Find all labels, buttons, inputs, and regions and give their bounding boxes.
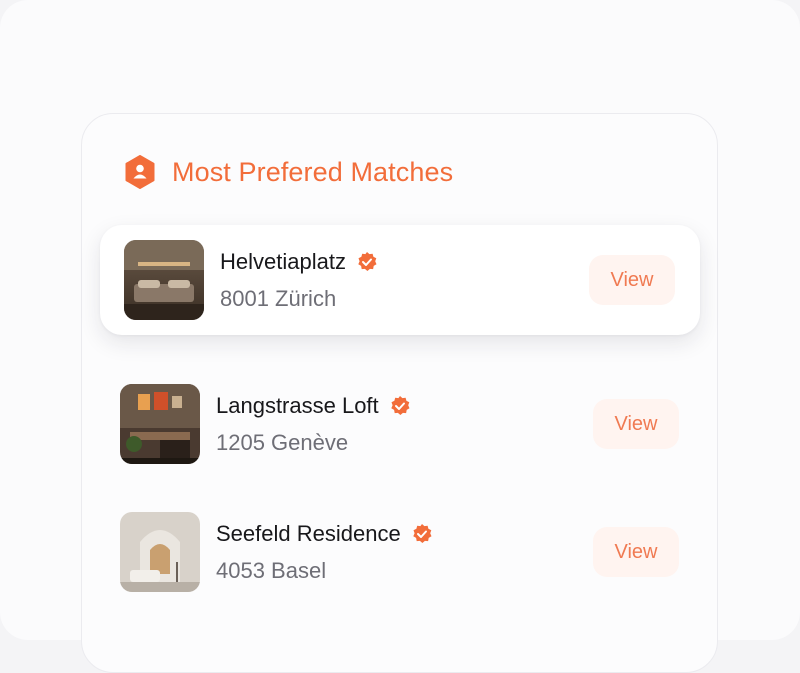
list-item-langstrasse-loft[interactable]: Langstrasse Loft 1205 Genève View	[120, 384, 700, 464]
item-info: Seefeld Residence 4053 Basel	[216, 521, 433, 584]
card-title: Most Prefered Matches	[172, 156, 454, 187]
verified-check-icon	[412, 523, 432, 543]
item-info: Helvetiaplatz 8001 Zürich	[220, 249, 378, 312]
card-header: Most Prefered Matches	[124, 155, 453, 189]
view-button[interactable]: View	[589, 255, 675, 305]
property-name: Langstrasse Loft	[216, 392, 379, 418]
view-button[interactable]: View	[593, 399, 679, 449]
property-thumbnail	[124, 240, 204, 320]
user-hexagon-icon	[125, 155, 155, 189]
property-location: 8001 Zürich	[220, 285, 337, 311]
property-name: Helvetiaplatz	[220, 248, 346, 274]
list-item-helvetiaplatz[interactable]: Helvetiaplatz 8001 Zürich View	[100, 225, 700, 335]
property-location: 1205 Genève	[216, 429, 349, 455]
property-thumbnail	[120, 384, 200, 464]
property-location: 4053 Basel	[216, 557, 327, 583]
property-thumbnail	[120, 512, 200, 592]
list-item-seefeld-residence[interactable]: Seefeld Residence 4053 Basel View	[120, 512, 700, 592]
view-button[interactable]: View	[593, 527, 679, 577]
verified-check-icon	[358, 251, 377, 271]
property-name: Seefeld Residence	[216, 520, 401, 546]
verified-check-icon	[390, 395, 410, 415]
item-info: Langstrasse Loft 1205 Genève	[216, 393, 411, 456]
